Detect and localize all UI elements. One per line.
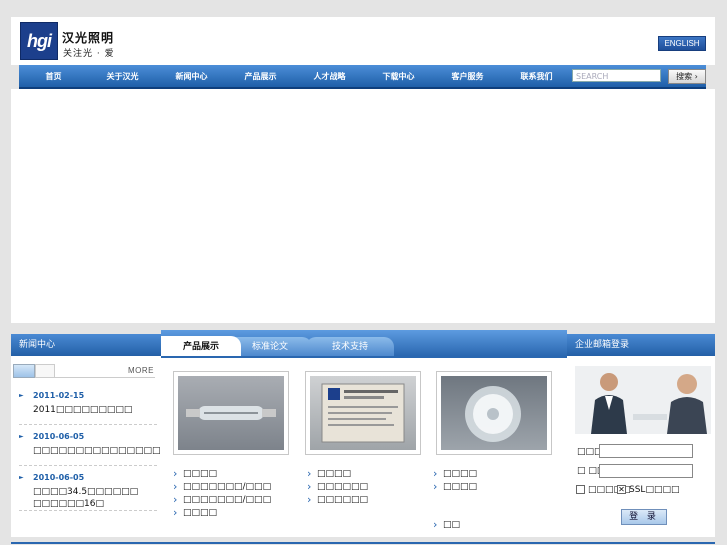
search-button[interactable]: 搜索 ›	[668, 69, 706, 84]
bullet-icon: ►	[19, 474, 24, 481]
remember-checkbox[interactable]	[576, 485, 585, 494]
product-image-reflector[interactable]	[436, 371, 552, 455]
news-item[interactable]: ► 2011-02-15 2011□□□□□□□□□	[19, 391, 159, 416]
password-field[interactable]	[599, 464, 693, 478]
tab-products[interactable]: 产品展示	[161, 336, 241, 358]
news-date: 2010-06-05	[33, 432, 85, 441]
login-button[interactable]: 登 录	[621, 509, 667, 525]
ssl-label: SSL□□□□	[629, 485, 680, 495]
tab-tech-support[interactable]: 技术支持	[306, 337, 394, 357]
news-tab-divider	[55, 377, 155, 378]
chevron-right-icon: ›	[307, 467, 312, 480]
nav-item-talent[interactable]: 人才战略	[295, 71, 364, 82]
product-link[interactable]: › □□□□□□	[307, 480, 368, 493]
news-title[interactable]: 2011□□□□□□□□□	[19, 404, 159, 416]
product-link[interactable]: › □□□□	[433, 467, 477, 480]
news-title[interactable]: □□□□34.5□□□□□□ □□□□□□16□	[19, 486, 159, 510]
divider	[19, 510, 157, 511]
chevron-right-icon: ›	[173, 480, 178, 493]
nav-item-products[interactable]: 产品展示	[226, 71, 295, 82]
divider	[19, 465, 157, 466]
product-link[interactable]: › □□□□□□□/□□□	[173, 480, 271, 493]
product-link[interactable]: › □□□□	[433, 480, 477, 493]
chevron-right-icon: ›	[173, 506, 178, 519]
chevron-right-icon: ›	[307, 480, 312, 493]
nav-item-service[interactable]: 客户服务	[433, 71, 502, 82]
news-tab-1[interactable]	[13, 364, 35, 378]
product-link[interactable]: › □□□□	[307, 467, 351, 480]
product-image-lamp[interactable]	[173, 371, 289, 455]
logo[interactable]: hgi	[20, 22, 58, 60]
news-title[interactable]: □□□□□□□□□□□□□□□□□□	[19, 445, 186, 457]
chevron-right-icon: ›	[307, 493, 312, 506]
news-item[interactable]: ► 2010-06-05 □□□□□□□□□□□□□□□□□□	[19, 432, 186, 457]
lamp-image	[186, 406, 276, 420]
email-login-panel: 企业邮箱登录	[567, 334, 715, 537]
product-link[interactable]: › □□□□□□	[307, 493, 368, 506]
brand-name: 汉光照明	[62, 31, 115, 45]
news-tab-2[interactable]	[35, 364, 55, 378]
brand-slogan: 关注光 · 爱	[63, 49, 115, 59]
chevron-right-icon: ›	[433, 480, 438, 493]
ssl-checkbox[interactable]: ✕	[617, 485, 626, 494]
bullet-icon: ►	[19, 433, 24, 440]
nav-item-download[interactable]: 下载中心	[364, 71, 433, 82]
login-panel-title: 企业邮箱登录	[567, 334, 715, 356]
reflector-image	[465, 386, 521, 442]
news-date: 2011-02-15	[33, 391, 85, 400]
news-date: 2010-06-05	[33, 473, 85, 482]
nav-item-home[interactable]: 首页	[19, 71, 88, 82]
divider	[19, 424, 157, 425]
product-link[interactable]: › □□□□	[173, 506, 217, 519]
chevron-right-icon: ›	[433, 467, 438, 480]
chevron-right-icon: ›	[173, 493, 178, 506]
tab-underline	[161, 356, 567, 358]
product-link[interactable]: › □□□□	[173, 467, 217, 480]
chevron-right-icon: ›	[173, 467, 178, 480]
news-more-link[interactable]: MORE	[128, 366, 154, 375]
nav-item-about[interactable]: 关于汉光	[88, 71, 157, 82]
footer-divider	[11, 542, 715, 544]
english-button[interactable]: ENGLISH	[658, 36, 706, 51]
username-field[interactable]	[599, 444, 693, 458]
product-image-ballast[interactable]	[305, 371, 421, 455]
chevron-right-icon: ›	[433, 518, 438, 531]
ballast-image	[321, 383, 405, 443]
banner-area	[11, 89, 715, 323]
nav-item-contact[interactable]: 联系我们	[502, 71, 571, 82]
header	[11, 17, 715, 65]
product-link[interactable]: › □□□□□□□/□□□	[173, 493, 271, 506]
business-people-image	[575, 366, 711, 434]
news-item[interactable]: ► 2010-06-05 □□□□34.5□□□□□□ □□□□□□16□	[19, 473, 159, 510]
search-input[interactable]: SEARCH	[572, 69, 661, 82]
news-panel-title: 新闻中心	[11, 334, 161, 356]
product-link[interactable]: › □□	[433, 518, 460, 531]
nav-item-news[interactable]: 新闻中心	[157, 71, 226, 82]
bullet-icon: ►	[19, 392, 24, 399]
